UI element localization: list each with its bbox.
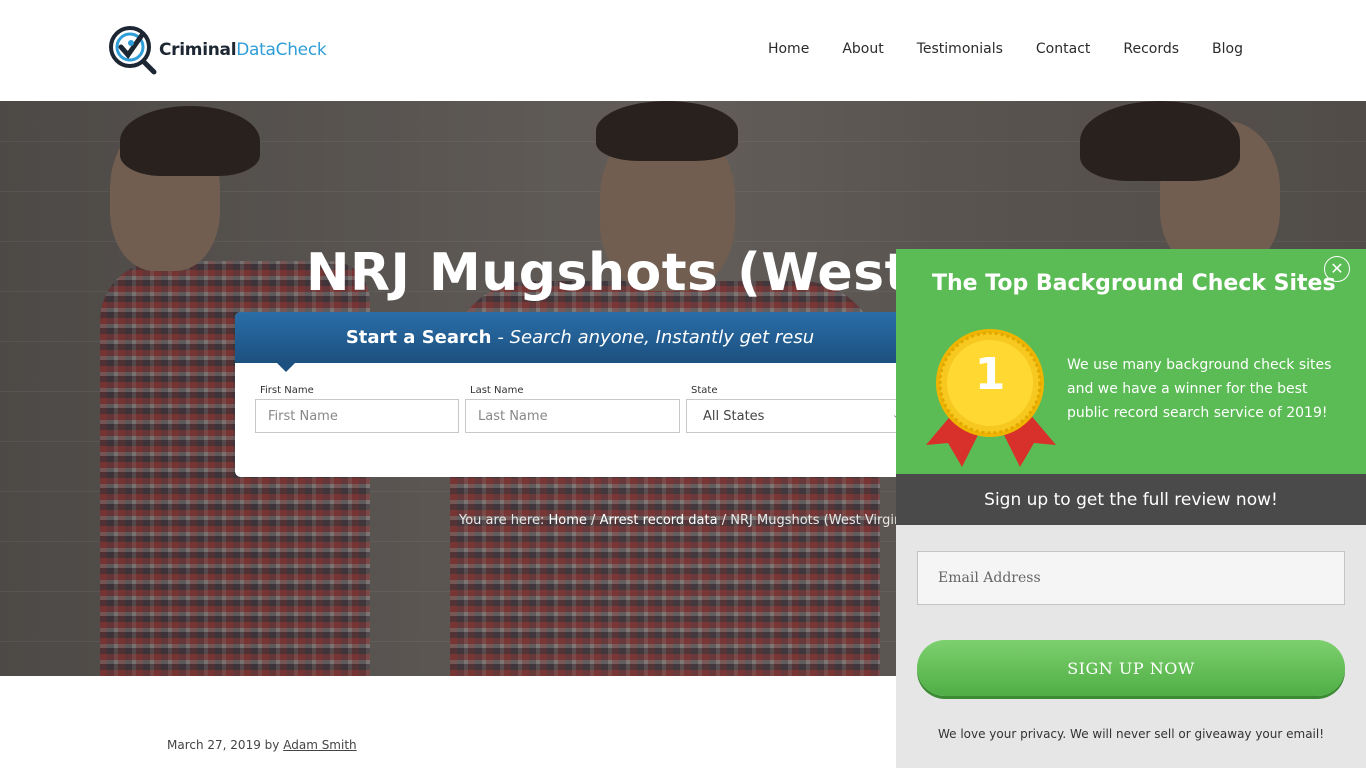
post-date: March 27, 2019 <box>167 738 261 752</box>
search-heading: Start a Search <box>345 327 492 348</box>
nav-records[interactable]: Records <box>1123 38 1179 60</box>
breadcrumb-separator: / <box>721 513 727 528</box>
search-widget: Start a Search - Search anyone, Instantl… <box>235 312 925 477</box>
breadcrumb-arrest-records[interactable]: Arrest record data <box>600 513 718 528</box>
popup-description: We use many background check sites and w… <box>1067 357 1332 421</box>
breadcrumb-home[interactable]: Home <box>549 513 587 528</box>
first-name-field-group: First Name <box>255 385 459 433</box>
signup-popup: The Top Background Check Sites ✕ 1 We us… <box>896 249 1366 768</box>
logo-magnifier-check-icon <box>107 25 157 75</box>
state-select[interactable]: All States ⌵ <box>686 399 916 433</box>
search-widget-header: Start a Search - Search anyone, Instantl… <box>235 312 925 363</box>
logo-text-primary: Criminal <box>159 40 237 60</box>
page-title: NRJ Mugshots (West Vi <box>306 243 987 303</box>
post-author-link[interactable]: Adam Smith <box>283 738 356 752</box>
popup-title: The Top Background Check Sites <box>932 271 1336 296</box>
nav-testimonials[interactable]: Testimonials <box>917 38 1003 60</box>
byline-by: by <box>264 738 280 752</box>
breadcrumb-separator: / <box>591 513 596 528</box>
last-name-label: Last Name <box>470 385 524 396</box>
logo-wordmark: CriminalDataCheck <box>159 40 327 60</box>
nav-about[interactable]: About <box>842 38 883 60</box>
site-header: CriminalDataCheck Home About Testimonial… <box>0 0 1366 101</box>
nav-blog[interactable]: Blog <box>1212 38 1243 60</box>
email-field[interactable] <box>917 551 1345 605</box>
logo-text-secondary: DataCheck <box>236 40 327 60</box>
nav-contact[interactable]: Contact <box>1036 38 1090 60</box>
post-content-card <box>107 676 907 768</box>
privacy-note: We love your privacy. We will never sell… <box>937 727 1325 741</box>
popup-cta-band: Sign up to get the full review now! <box>896 474 1366 525</box>
state-field-group: State All States ⌵ <box>686 385 916 433</box>
last-name-input[interactable] <box>465 399 680 433</box>
first-name-label: First Name <box>260 385 314 396</box>
state-label: State <box>691 385 718 396</box>
state-select-value: All States <box>703 408 765 424</box>
breadcrumb-current: NRJ Mugshots (West Virgini <box>730 513 906 528</box>
close-icon[interactable]: ✕ <box>1324 256 1350 282</box>
medal-number: 1 <box>974 349 1006 400</box>
breadcrumb-prefix: You are here: <box>459 513 545 528</box>
popup-hero: The Top Background Check Sites ✕ 1 We us… <box>896 249 1366 474</box>
sign-up-button[interactable]: SIGN UP NOW <box>917 640 1345 696</box>
site-logo[interactable]: CriminalDataCheck <box>107 24 327 76</box>
breadcrumb: You are here: Home / Arrest record data … <box>459 513 906 528</box>
search-subheading: - Search anyone, Instantly get resu <box>497 327 815 348</box>
nav-home[interactable]: Home <box>768 38 809 60</box>
main-nav: Home About Testimonials Contact Records … <box>735 38 1243 60</box>
first-name-input[interactable] <box>255 399 459 433</box>
last-name-field-group: Last Name <box>465 385 680 433</box>
award-medal-icon: 1 <box>926 327 1056 475</box>
post-byline: March 27, 2019 by Adam Smith <box>167 738 357 752</box>
